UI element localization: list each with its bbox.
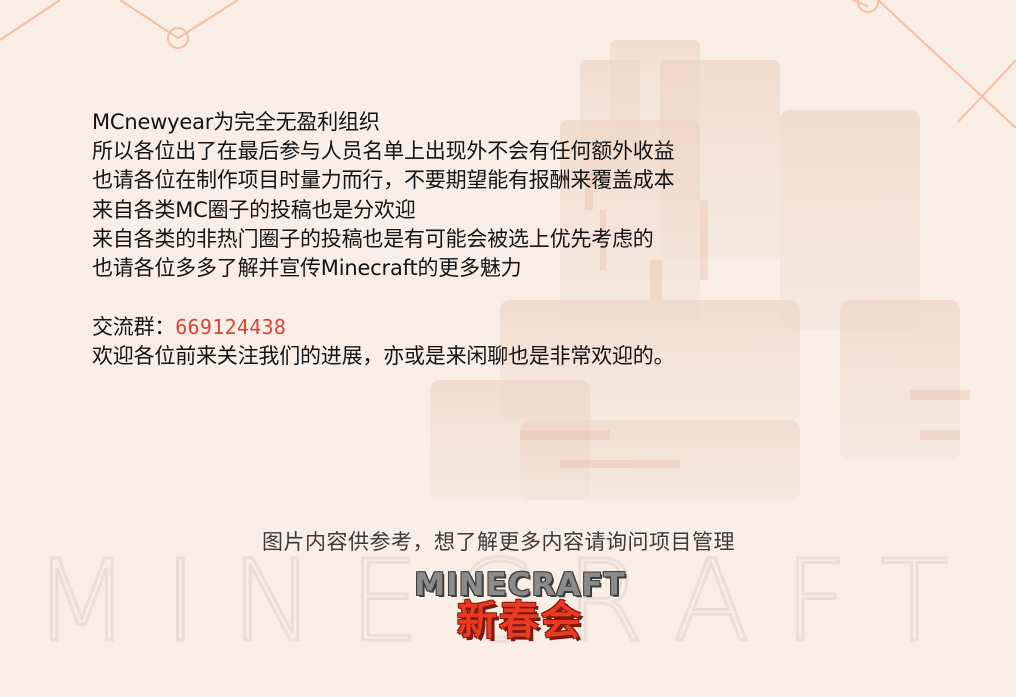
group-chat-number: 669124438 bbox=[175, 315, 287, 340]
notice-line-4: 来自各类MC圈子的投稿也是分欢迎 bbox=[92, 197, 416, 222]
footer-note: 图片内容供参考，想了解更多内容请询问项目管理 bbox=[262, 530, 735, 554]
minecraft-new-year-logo: MINECRAFT 新春会 bbox=[404, 566, 636, 656]
group-chat-label: 交流群： bbox=[92, 315, 176, 340]
notice-line-6: 也请各位多多了解并宣传Minecraft的更多魅力 bbox=[92, 256, 522, 281]
notice-text-block: MCnewyear为完全无盈利组织 所以各位出了在最后参与人员名单上出现外不会有… bbox=[92, 108, 792, 372]
page: MINECRAFT MCnewyear为完全无盈利组织 所以各位出了在最后参与人… bbox=[0, 0, 1016, 697]
logo-new-year-text: 新春会 bbox=[457, 598, 583, 644]
notice-line-3: 也请各位在制作项目时量力而行，不要期望能有报酬来覆盖成本 bbox=[92, 168, 675, 193]
notice-line-2: 所以各位出了在最后参与人员名单上出现外不会有任何额外收益 bbox=[92, 139, 675, 164]
notice-line-5: 来自各类的非热门圈子的投稿也是有可能会被选上优先考虑的 bbox=[92, 226, 654, 251]
group-chat-line: 交流群：669124438 bbox=[92, 313, 792, 342]
notice-line-1: MCnewyear为完全无盈利组织 bbox=[92, 110, 380, 134]
welcome-line: 欢迎各位前来关注我们的进展，亦或是来闲聊也是非常欢迎的。 bbox=[92, 344, 675, 369]
